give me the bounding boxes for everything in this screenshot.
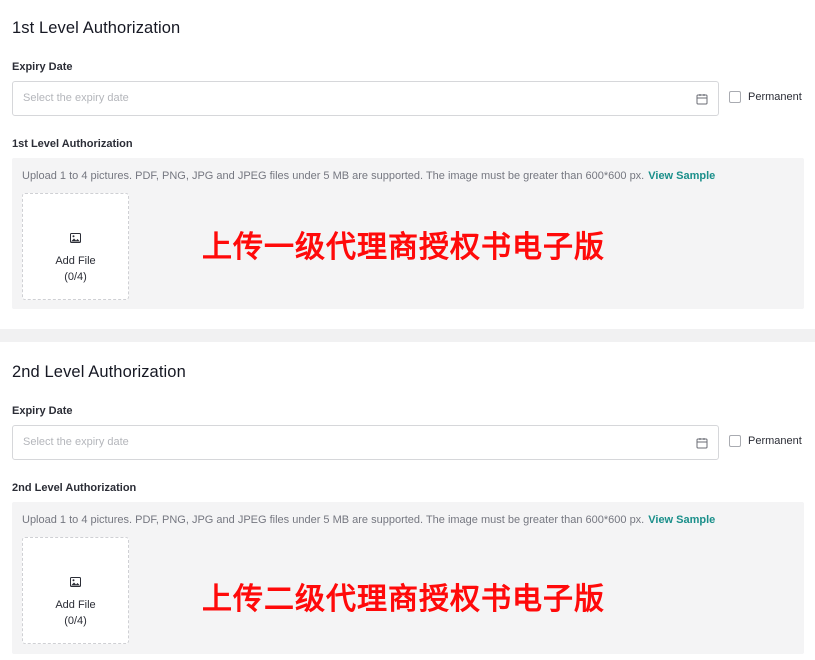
expiry-date-placeholder: Select the expiry date: [23, 92, 129, 104]
view-sample-link[interactable]: View Sample: [648, 170, 715, 182]
upload-field-label: 1st Level Authorization: [12, 138, 133, 150]
second-level-authorization-section: 2nd Level Authorization Expiry Date Sele…: [0, 342, 815, 660]
file-count: (0/4): [64, 615, 87, 627]
upload-hint: Upload 1 to 4 pictures. PDF, PNG, JPG an…: [22, 170, 715, 182]
upload-hint: Upload 1 to 4 pictures. PDF, PNG, JPG an…: [22, 514, 715, 526]
section-title: 2nd Level Authorization: [12, 363, 186, 381]
image-icon: [70, 577, 81, 587]
file-count: (0/4): [64, 271, 87, 283]
image-icon: [70, 233, 81, 243]
upload-field-label: 2nd Level Authorization: [12, 482, 137, 494]
expiry-date-input[interactable]: Select the expiry date: [12, 81, 719, 116]
section-title: 1st Level Authorization: [12, 19, 181, 37]
permanent-label: Permanent: [748, 435, 802, 447]
expiry-date-label: Expiry Date: [12, 405, 73, 417]
overlay-caption: 上传一级代理商授权书电子版: [202, 230, 605, 265]
expiry-date-input[interactable]: Select the expiry date: [12, 425, 719, 460]
permanent-checkbox[interactable]: [729, 435, 741, 447]
permanent-toggle[interactable]: Permanent: [729, 91, 802, 103]
overlay-caption: 上传二级代理商授权书电子版: [202, 582, 605, 617]
add-file-label: Add File: [55, 255, 96, 267]
add-file-dropzone[interactable]: Add File (0/4): [22, 193, 129, 300]
add-file-dropzone[interactable]: Add File (0/4): [22, 537, 129, 644]
calendar-icon[interactable]: [696, 437, 708, 449]
expiry-date-placeholder: Select the expiry date: [23, 436, 129, 448]
calendar-icon[interactable]: [696, 93, 708, 105]
add-file-label: Add File: [55, 599, 96, 611]
section-divider: [0, 329, 815, 342]
upload-hint-text: Upload 1 to 4 pictures. PDF, PNG, JPG an…: [22, 514, 645, 526]
permanent-label: Permanent: [748, 91, 802, 103]
expiry-date-label: Expiry Date: [12, 61, 73, 73]
first-level-authorization-section: 1st Level Authorization Expiry Date Sele…: [0, 0, 815, 329]
upload-hint-text: Upload 1 to 4 pictures. PDF, PNG, JPG an…: [22, 170, 645, 182]
permanent-toggle[interactable]: Permanent: [729, 435, 802, 447]
permanent-checkbox[interactable]: [729, 91, 741, 103]
view-sample-link[interactable]: View Sample: [648, 514, 715, 526]
